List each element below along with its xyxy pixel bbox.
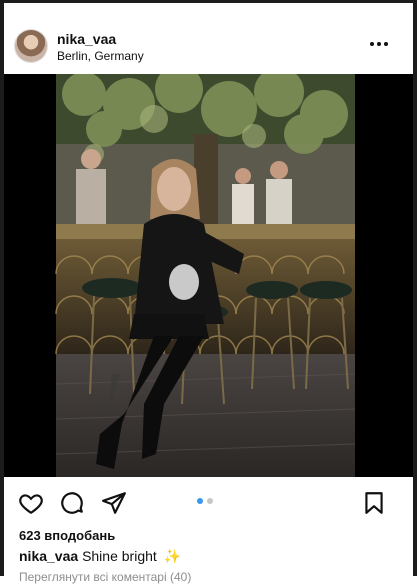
post-caption: nika_vaa Shine bright ✨ bbox=[19, 548, 181, 565]
carousel-indicator bbox=[197, 498, 213, 504]
carousel-dot[interactable] bbox=[207, 498, 213, 504]
likes-count[interactable]: 623 вподобань bbox=[19, 528, 115, 543]
post-header: nika_vaa Berlin, Germany bbox=[4, 3, 413, 71]
post-location[interactable]: Berlin, Germany bbox=[57, 49, 144, 63]
more-horizontal-icon[interactable] bbox=[370, 40, 390, 48]
bookmark-icon[interactable] bbox=[361, 490, 387, 516]
comment-icon[interactable] bbox=[59, 490, 85, 516]
sparkles-emoji: ✨ bbox=[163, 548, 182, 564]
view-comments-link[interactable]: Переглянути всі коментарі (40) bbox=[19, 570, 191, 584]
caption-username[interactable]: nika_vaa bbox=[19, 548, 78, 564]
post-image[interactable] bbox=[4, 74, 413, 477]
avatar[interactable] bbox=[15, 30, 47, 62]
carousel-dot-active[interactable] bbox=[197, 498, 203, 504]
caption-text: Shine bright bbox=[82, 548, 157, 564]
post-actions bbox=[4, 482, 413, 522]
heart-icon[interactable] bbox=[18, 490, 44, 516]
post-username[interactable]: nika_vaa bbox=[57, 31, 116, 47]
send-icon[interactable] bbox=[101, 490, 127, 516]
